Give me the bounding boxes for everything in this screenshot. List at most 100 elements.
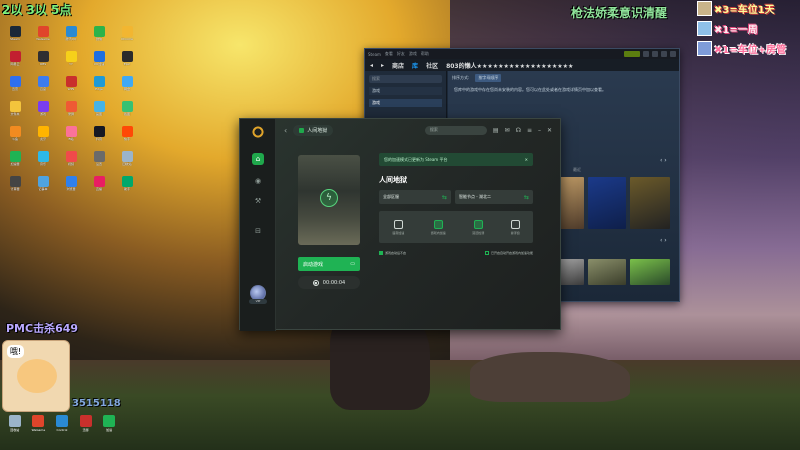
steam-menu-item[interactable]: Steam [368,52,381,57]
minimize-icon[interactable]: – [538,127,541,134]
option-ingame-accel[interactable]: 已开启自动开启游戏内加速功能 [484,251,533,255]
desktop-shortcut[interactable]: 回收站 [4,415,26,450]
maximize-icon[interactable] [661,51,667,57]
notification-icon[interactable] [643,51,649,57]
support-icon[interactable]: ☊ [516,127,521,134]
desktop-shortcut[interactable]: 助手 [114,176,140,198]
desktop-shortcut[interactable]: Chrome [114,26,140,48]
close-icon[interactable]: ✕ [547,127,552,134]
game-booster-window[interactable]: ⌂ ◉ ⚒ ⊟ VIP ‹ 人间地狱 搜索 ▤ ✉ ☊ ≡ – ✕ ϟ 启动游戏… [239,118,561,331]
library-search-input[interactable]: 搜索 [369,75,442,83]
game-tab[interactable]: 人间地狱 [293,124,334,136]
home-icon[interactable]: ⌂ [252,153,264,165]
tool-ingame-accel[interactable]: 游戏内加速 [431,219,446,235]
shelf-scroll-arrows[interactable]: ‹ › [660,237,667,244]
library-controls: 排序方式: 按字母顺序 [448,71,679,85]
tool-voice-accel[interactable]: 语音加速 [392,219,404,235]
desktop-shortcut[interactable]: WeGame [28,415,50,450]
desktop-shortcut[interactable]: 文件夹 [2,101,28,123]
desktop-shortcut[interactable]: 加速器 [2,151,28,173]
desktop-shortcut[interactable]: 微信 [86,26,112,48]
desktop-shortcut[interactable]: 迅游 [75,415,97,450]
desktop-shortcut[interactable]: 回收站 [114,151,140,173]
sort-dropdown[interactable]: 按字母顺序 [475,74,502,82]
tool-latency-test[interactable]: 延迟检测 [472,219,484,235]
desktop-shortcut[interactable]: UU加速 [86,51,112,73]
steam-menu-item[interactable]: 游戏 [409,51,417,57]
desktop-shortcut[interactable]: 网易云 [2,51,28,73]
gamepad-icon[interactable]: ◉ [252,175,264,187]
desktop-shortcut[interactable]: 画图 [86,101,112,123]
steam-titlebar[interactable]: Steam 查看 好友 游戏 帮助 [365,49,679,59]
checkbox[interactable] [484,251,489,255]
steam-menu-item[interactable]: 帮助 [421,51,429,57]
desktop-shortcut[interactable]: 计算器 [2,176,28,198]
back-arrow-icon[interactable]: ◂ [370,62,373,69]
desktop-shortcut[interactable]: Epic [114,51,140,73]
desktop-shortcut[interactable]: Steam [2,26,28,48]
desktop-shortcut[interactable]: 腾讯QQ [58,26,84,48]
desktop-shortcut[interactable]: WeGame [30,26,56,48]
desktop-shortcut[interactable]: 网盘 [114,76,140,98]
close-icon[interactable] [670,51,676,57]
game-cover[interactable] [588,177,626,229]
desktop-shortcut[interactable]: OBS [30,51,56,73]
steam-menu-item[interactable]: 好友 [397,51,405,57]
game-cover[interactable] [630,177,670,229]
booster-search-input[interactable]: 搜索 [424,125,487,135]
desktop-shortcut[interactable]: B站 [58,126,84,148]
nav-store[interactable]: 商店 [392,61,404,70]
menu-icon[interactable]: ≡ [527,127,532,134]
desktop-shortcut[interactable]: 音乐 [30,151,56,173]
desktop-shortcut[interactable]: 迅雷 [2,76,28,98]
desktop-shortcut[interactable]: 加速 [98,415,120,450]
desktop-shortcut[interactable]: 斗鱼 [2,126,28,148]
desktop-shortcut[interactable]: 抖音 [86,126,112,148]
gift-icon[interactable]: ⊟ [252,225,264,237]
nav-library[interactable]: 库 [412,61,418,70]
node-dropdown[interactable]: 智能节点 - 湖北二 ⇆ [455,190,533,204]
library-games-item[interactable]: 游戏 [369,99,442,107]
desktop-shortcut[interactable]: 记事本 [30,176,56,198]
nav-community[interactable]: 社区 [426,61,438,70]
desktop-shortcut[interactable]: Edge [86,76,112,98]
nav-username[interactable]: 803的懒人★★★★★★★★★★★★★★★★★★ [446,61,573,70]
message-icon[interactable]: ✉ [505,127,510,134]
tool-overlay[interactable]: 悬浮窗 [510,219,520,235]
download-icon[interactable]: ▤ [493,127,499,134]
server-dropdown[interactable]: 全部区服 ⇆ [379,190,451,204]
forward-arrow-icon[interactable]: ▸ [381,62,384,69]
shelf-scroll-arrows[interactable]: ‹ › [660,157,667,164]
option-autostart[interactable]: 游戏启动后不启 [379,251,406,255]
desktop-shortcut[interactable]: YY [58,51,84,73]
game-cover[interactable] [630,259,670,285]
game-cover[interactable] [588,259,626,285]
desktop-shortcut[interactable]: 录屏 [58,101,84,123]
app-icon [37,151,49,162]
install-button[interactable] [624,51,640,57]
gift-icon [697,21,712,36]
start-game-button[interactable]: 启动游戏 ▭ [298,257,360,271]
desktop-shortcut[interactable]: 视频 [58,151,84,173]
steam-menu-item[interactable]: 查看 [385,51,393,57]
desktop-shortcut[interactable]: 快手 [114,126,140,148]
tools-icon[interactable]: ⚒ [252,195,264,207]
app-icon [65,76,77,87]
library-filter-dropdown[interactable]: 游戏 [369,87,442,95]
stop-icon[interactable]: ■ [312,279,319,286]
desktop-shortcut[interactable]: WPS [58,76,84,98]
desktop-shortcut[interactable]: 游戏 [30,101,56,123]
desktop-shortcut[interactable]: 浏览器 [58,176,84,198]
notice-close-icon[interactable]: ✕ [525,157,528,162]
boost-bolt-icon[interactable]: ϟ [320,189,338,207]
minimize-icon[interactable] [652,51,658,57]
checkbox[interactable] [379,251,383,255]
desktop-shortcut[interactable]: 设置 [86,151,112,173]
desktop-shortcut[interactable]: 直播 [86,176,112,198]
desktop-shortcut[interactable]: 虎牙 [30,126,56,148]
desktop-shortcut[interactable]: 截图 [114,101,140,123]
desktop-shortcut[interactable]: 百度 [30,76,56,98]
back-arrow-icon[interactable]: ‹ [284,126,287,135]
acceleration-timer[interactable]: ■ 00:00:04 [298,276,360,289]
desktop-shortcut[interactable]: Control [51,415,73,450]
